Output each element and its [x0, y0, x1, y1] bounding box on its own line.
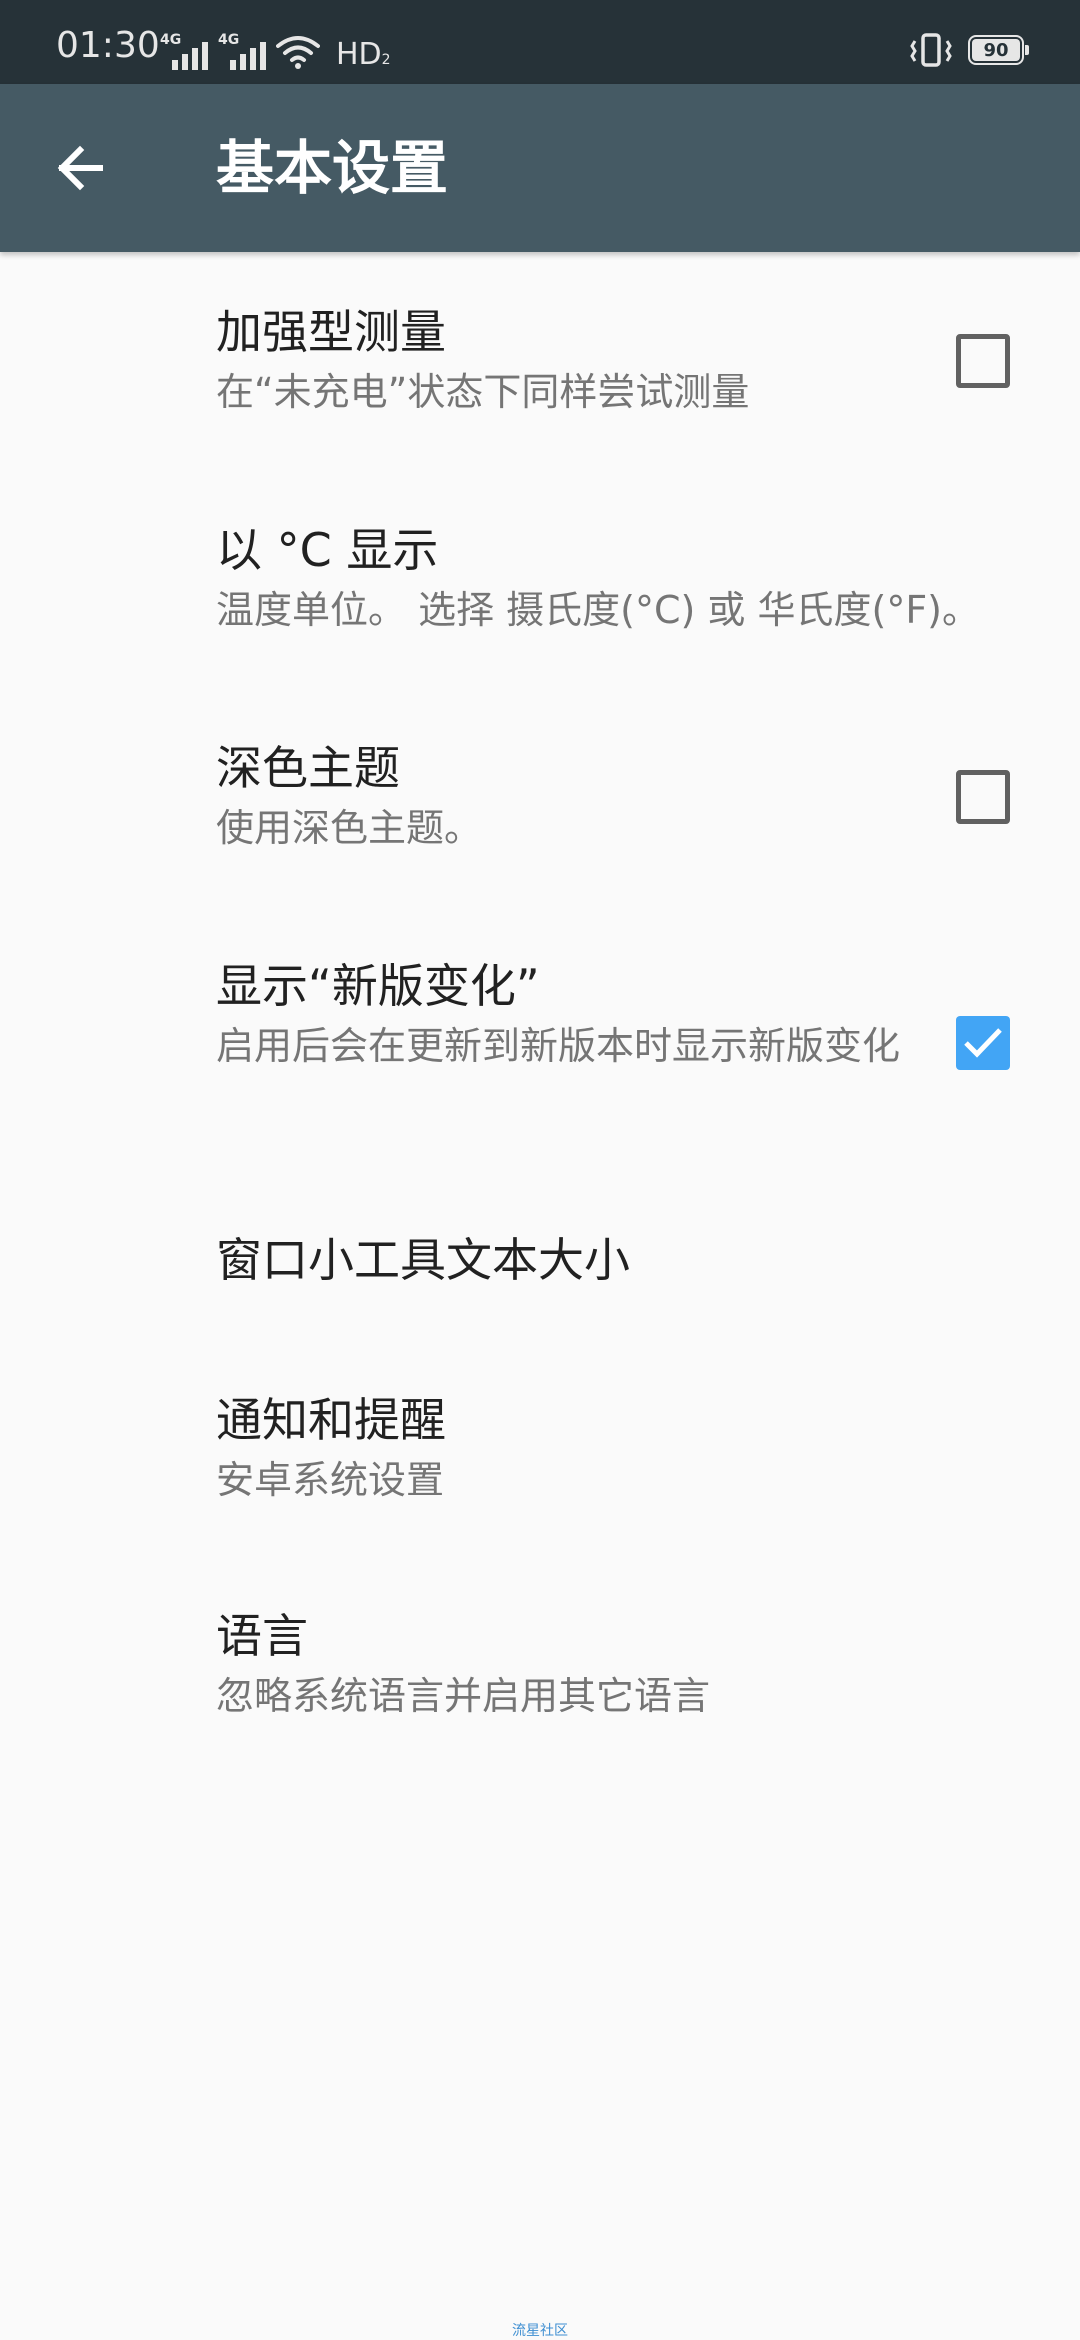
pref-language[interactable]: 语言 忽略系统语言并启用其它语言	[0, 1562, 1080, 1780]
pref-summary: 温度单位。 选择 摄氏度(°C) 或 华氏度(°F)。	[216, 588, 981, 632]
pref-dark-theme[interactable]: 深色主题 使用深色主题。	[0, 688, 1080, 906]
signal-icon: 4G	[160, 32, 208, 70]
pref-title: 语言	[216, 1609, 308, 1663]
arrow-back-icon	[57, 145, 103, 191]
status-icons-left: 4G 4G HD2	[160, 30, 391, 70]
battery-icon: 90	[968, 35, 1029, 65]
watermark-text: 流星社区	[512, 2323, 568, 2339]
wifi-icon	[276, 36, 320, 69]
app-bar: 基本设置	[0, 84, 1080, 252]
vibrate-icon	[910, 33, 952, 67]
pref-title: 深色主题	[216, 741, 400, 795]
pref-notifications[interactable]: 通知和提醒 安卓系统设置	[0, 1344, 1080, 1562]
battery-level: 90	[983, 39, 1009, 61]
dark-theme-checkbox[interactable]	[956, 770, 1010, 824]
pref-summary: 忽略系统语言并启用其它语言	[216, 1674, 711, 1718]
signal-icon: 4G	[218, 32, 266, 70]
pref-celsius-display[interactable]: 以 °C 显示 温度单位。 选择 摄氏度(°C) 或 华氏度(°F)。	[0, 470, 1080, 688]
pref-enhanced-measurement[interactable]: 加强型测量 在“未充电”状态下同样尝试测量	[0, 252, 1080, 470]
pref-title: 加强型测量	[216, 305, 446, 359]
pref-title: 以 °C 显示	[216, 523, 439, 577]
status-time: 01:30	[56, 25, 160, 66]
status-icons-right: 90	[908, 32, 1029, 68]
back-button[interactable]	[40, 128, 120, 208]
page-title: 基本设置	[216, 134, 449, 202]
pref-summary: 使用深色主题。	[216, 806, 483, 850]
pref-summary: 启用后会在更新到新版本时显示新版变化	[216, 1024, 901, 1068]
pref-title: 通知和提醒	[216, 1393, 446, 1447]
pref-summary: 在“未充电”状态下同样尝试测量	[216, 370, 750, 414]
pref-title: 窗口小工具文本大小	[216, 1233, 630, 1287]
pref-title: 显示“新版变化”	[216, 959, 540, 1013]
status-bar: 01:30 4G 4G HD2 90	[0, 0, 1080, 84]
show-changelog-checkbox[interactable]	[956, 1016, 1010, 1070]
enhanced-measurement-checkbox[interactable]	[956, 334, 1010, 388]
pref-widget-text-size[interactable]: 窗口小工具文本大小	[0, 1182, 1080, 1344]
pref-summary: 安卓系统设置	[216, 1458, 445, 1502]
pref-show-changelog[interactable]: 显示“新版变化” 启用后会在更新到新版本时显示新版变化	[0, 906, 1080, 1182]
hd-voice-indicator: HD2	[336, 37, 391, 72]
check-icon	[964, 1028, 1002, 1058]
settings-list: 加强型测量 在“未充电”状态下同样尝试测量 以 °C 显示 温度单位。 选择 摄…	[0, 252, 1080, 1780]
